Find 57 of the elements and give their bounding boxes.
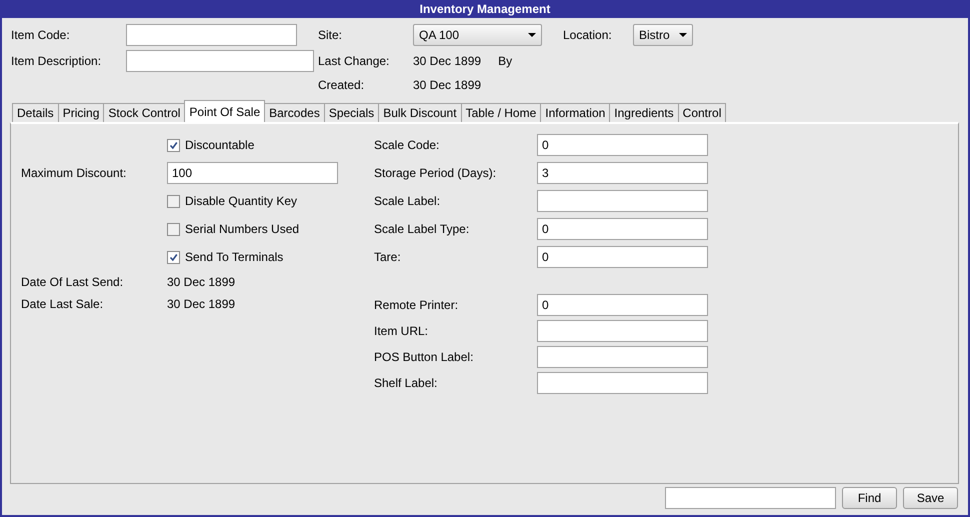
input-field[interactable]: 100 bbox=[167, 162, 338, 184]
input-field[interactable]: 3 bbox=[537, 162, 708, 184]
field-label: Scale Label: bbox=[374, 194, 442, 208]
date-value: 30 Dec 1899 bbox=[167, 297, 236, 311]
field-label: Item URL: bbox=[374, 324, 430, 338]
by-label: By bbox=[498, 54, 512, 68]
input-field[interactable]: 0 bbox=[537, 294, 708, 316]
input-field[interactable] bbox=[537, 372, 708, 394]
field-label: Maximum Discount: bbox=[21, 166, 128, 180]
input-field[interactable] bbox=[537, 346, 708, 368]
checkbox-box[interactable] bbox=[167, 138, 180, 152]
field-label: Storage Period (Days): bbox=[374, 166, 498, 180]
field-label: Tare: bbox=[374, 250, 402, 264]
window-title: Inventory Management bbox=[420, 2, 550, 16]
action-button[interactable]: Save bbox=[903, 487, 958, 509]
site-dropdown[interactable]: QA 100 bbox=[413, 24, 542, 46]
input-field[interactable]: 0 bbox=[537, 134, 708, 156]
field-label: Last Change: bbox=[318, 54, 390, 68]
created-date: 30 Dec 1899 bbox=[413, 78, 482, 92]
caret-icon bbox=[528, 33, 536, 37]
tab[interactable]: Pricing bbox=[58, 103, 104, 122]
input-field[interactable] bbox=[537, 320, 708, 342]
item-description-field[interactable] bbox=[126, 50, 314, 72]
tab[interactable]: Control bbox=[678, 103, 726, 122]
item-code-field[interactable] bbox=[126, 24, 297, 46]
input-field[interactable] bbox=[537, 190, 708, 212]
checkbox[interactable]: Discountable bbox=[167, 138, 254, 152]
field-label: Item Description: bbox=[11, 54, 102, 68]
field-label: Date Last Sale: bbox=[21, 297, 104, 311]
checkbox[interactable]: Send To Terminals bbox=[167, 250, 284, 264]
tab[interactable]: Details bbox=[12, 103, 59, 122]
field-label: Date Of Last Send: bbox=[21, 275, 124, 289]
field-label: Site: bbox=[318, 28, 344, 42]
action-button[interactable]: Find bbox=[842, 487, 897, 509]
search-field[interactable] bbox=[665, 487, 836, 509]
checkbox-box[interactable] bbox=[167, 250, 180, 264]
field-label: Created: bbox=[318, 78, 366, 92]
date-value: 30 Dec 1899 bbox=[167, 275, 236, 289]
input-field[interactable]: 0 bbox=[537, 246, 708, 268]
location-dropdown[interactable]: Bistro bbox=[633, 24, 693, 46]
checkbox-box[interactable] bbox=[167, 194, 180, 208]
field-label: Location: bbox=[563, 28, 613, 42]
tab[interactable]: Point Of Sale bbox=[184, 100, 266, 122]
field-label: Item Code: bbox=[11, 28, 71, 42]
field-label: Scale Code: bbox=[374, 138, 440, 152]
field-label: Scale Label Type: bbox=[374, 222, 470, 236]
checkbox-label: Send To Terminals bbox=[185, 250, 284, 264]
field-label: Remote Printer: bbox=[374, 298, 460, 312]
input-field[interactable]: 0 bbox=[537, 218, 708, 240]
tab[interactable]: Ingredients bbox=[609, 103, 679, 122]
caret-icon bbox=[679, 33, 687, 37]
field-label: POS Button Label: bbox=[374, 350, 474, 364]
checkbox-box[interactable] bbox=[167, 222, 180, 236]
tab[interactable]: Specials bbox=[324, 103, 380, 122]
last-change-date: 30 Dec 1899 bbox=[413, 54, 482, 68]
checkbox-label: Discountable bbox=[185, 138, 254, 152]
field-label: Shelf Label: bbox=[374, 376, 438, 390]
